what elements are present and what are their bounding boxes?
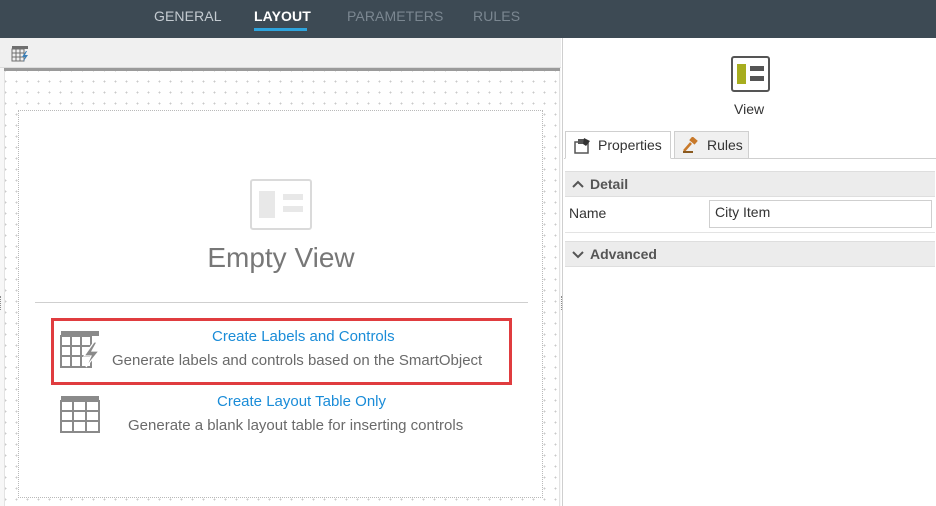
tab-rules-panel[interactable]: Rules	[674, 131, 749, 159]
empty-view-icon	[250, 179, 312, 230]
name-field[interactable]: City Item	[709, 200, 932, 228]
canvas-top-border	[4, 68, 560, 71]
tab-rules[interactable]: RULES	[473, 8, 520, 24]
table-grid-icon[interactable]	[60, 395, 100, 433]
tab-rules-label: Rules	[707, 137, 743, 153]
tab-layout[interactable]: LAYOUT	[254, 8, 311, 24]
advanced-section-label: Advanced	[590, 246, 657, 262]
create-layout-table-only-description: Generate a blank layout table for insert…	[128, 417, 464, 434]
detail-section-header[interactable]: Detail	[565, 171, 935, 197]
chevron-down-icon	[572, 251, 584, 259]
empty-view-title: Empty View	[207, 242, 355, 273]
advanced-section-header[interactable]: Advanced	[565, 241, 935, 267]
create-labels-and-controls-description: Generate labels and controls based on th…	[112, 352, 483, 369]
gavel-icon	[683, 137, 698, 153]
canvas-toolbar	[0, 38, 561, 68]
table-lightning-icon[interactable]	[11, 45, 29, 62]
name-field-label: Name	[569, 205, 607, 221]
tab-parameters[interactable]: PARAMETERS	[347, 8, 443, 24]
chevron-up-icon	[572, 180, 584, 188]
properties-icon	[574, 138, 590, 154]
view-label: View	[734, 101, 765, 117]
table-lightning-icon[interactable]	[60, 330, 100, 368]
row-divider	[565, 232, 935, 233]
create-layout-table-only-link[interactable]: Create Layout Table Only	[217, 393, 386, 410]
detail-section-label: Detail	[590, 176, 629, 192]
view-icon[interactable]	[731, 56, 770, 92]
divider	[35, 302, 528, 303]
top-tab-bar: GENERAL LAYOUT PARAMETERS RULES	[0, 0, 936, 38]
tab-general[interactable]: GENERAL	[154, 8, 222, 24]
active-tab-indicator	[254, 28, 307, 31]
splitter-handle-left[interactable]	[0, 296, 2, 310]
tab-properties[interactable]: Properties	[565, 131, 671, 159]
tab-properties-label: Properties	[598, 137, 662, 153]
view-design-area	[18, 110, 543, 498]
create-labels-and-controls-link[interactable]: Create Labels and Controls	[212, 328, 395, 345]
